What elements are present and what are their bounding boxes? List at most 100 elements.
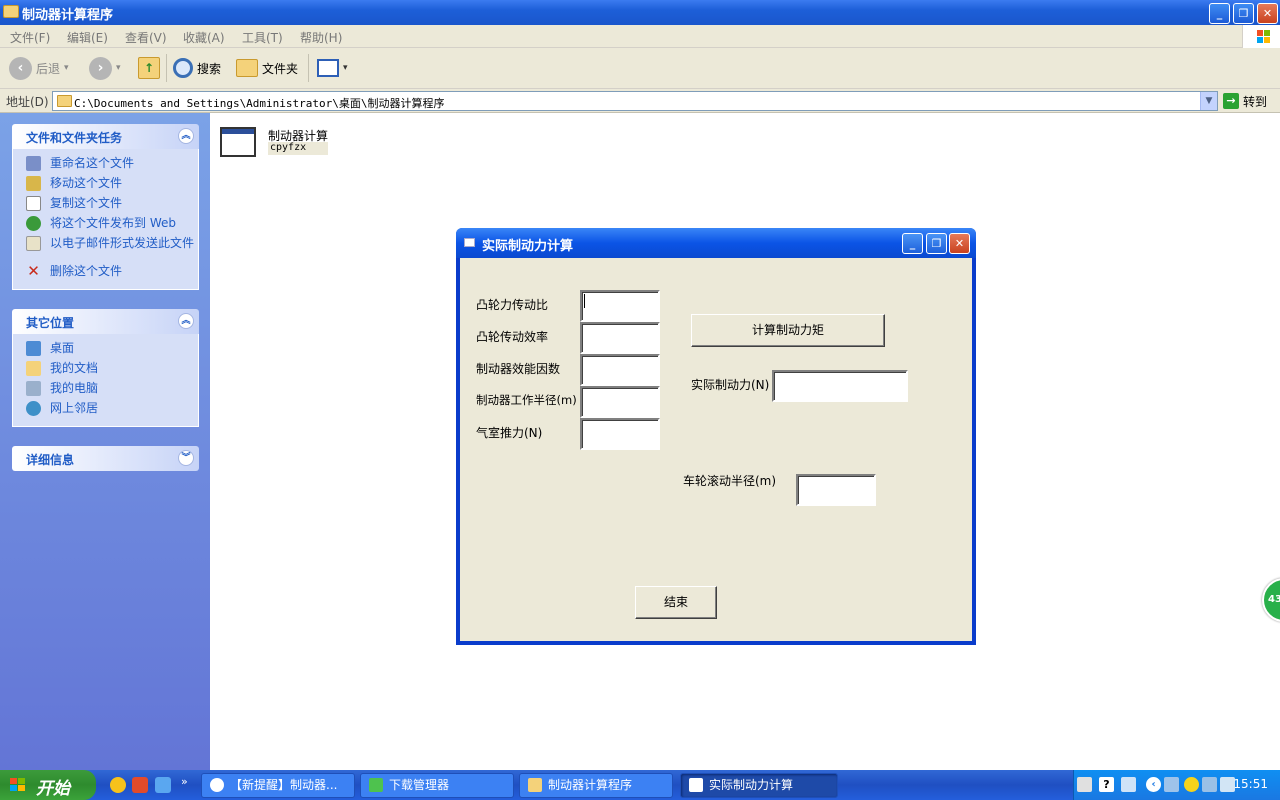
- cam-ratio-input[interactable]: [580, 290, 660, 322]
- taskbar-task-dialog[interactable]: 实际制动力计算: [680, 773, 838, 798]
- close-button[interactable]: ✕: [1257, 3, 1278, 24]
- collapse-chevron-icon[interactable]: ︽: [178, 128, 194, 144]
- my-computer-link[interactable]: 我的电脑: [13, 380, 198, 400]
- brake-radius-input[interactable]: [580, 386, 660, 418]
- address-label: 地址(D): [6, 95, 49, 109]
- copy-file-link[interactable]: 复制这个文件: [13, 195, 198, 215]
- email-file-link[interactable]: 以电子邮件形式发送此文件: [13, 235, 198, 263]
- forward-button[interactable]: › ▾: [89, 56, 121, 80]
- search-button[interactable]: 搜索: [173, 56, 221, 80]
- app-icon: [464, 238, 475, 247]
- address-dropdown-icon[interactable]: ▼: [1200, 92, 1217, 110]
- go-button[interactable]: → 转到: [1223, 91, 1267, 111]
- menu-help[interactable]: 帮助(H): [300, 29, 342, 46]
- task-label: 【新提醒】制动器...: [230, 778, 338, 792]
- wheel-radius-label: 车轮滚动半径(m): [683, 474, 777, 488]
- task-pane: 文件和文件夹任务 ︽ 重命名这个文件 移动这个文件 复制这个文件 将这个文件发布…: [0, 113, 210, 770]
- restore-button[interactable]: ❐: [1233, 3, 1254, 24]
- start-button[interactable]: 开始: [0, 770, 96, 800]
- keyboard-icon[interactable]: [1077, 777, 1092, 792]
- back-arrow-icon: ‹: [9, 56, 32, 80]
- address-path: C:\Documents and Settings\Administrator\…: [74, 97, 445, 110]
- dialog-close-button[interactable]: ✕: [949, 233, 970, 254]
- brake-factor-label: 制动器效能因数: [476, 362, 561, 376]
- end-button[interactable]: 结束: [635, 586, 717, 619]
- taskbar-task-download[interactable]: 下载管理器: [360, 773, 514, 798]
- my-computer-icon: [26, 381, 41, 396]
- other-places-body: 桌面 我的文档 我的电脑 网上邻居: [12, 334, 199, 427]
- toolbar-separator: [166, 54, 167, 82]
- desktop-icon: [26, 341, 41, 356]
- dialog-body: 凸轮力传动比 凸轮传动效率 制动器效能因数 制动器工作半径(m) 气室推力(N)…: [460, 258, 972, 641]
- toolbar: ‹ 后退 ▾ › ▾ ↑ 搜索 文件夹 ▾: [0, 48, 1280, 89]
- toolbar-separator: [308, 54, 309, 82]
- folder-icon: [528, 778, 542, 792]
- network-places-link[interactable]: 网上邻居: [13, 400, 198, 420]
- taskbar-task-reminder[interactable]: 【新提醒】制动器...: [201, 773, 355, 798]
- tray-app-icon[interactable]: [1121, 777, 1136, 792]
- chamber-force-input[interactable]: [580, 418, 660, 450]
- views-button[interactable]: ▾: [317, 56, 348, 80]
- quicklaunch-more-icon[interactable]: »: [181, 775, 188, 788]
- quicklaunch-desktop-icon[interactable]: [155, 777, 171, 793]
- panel-title: 文件和文件夹任务: [26, 131, 123, 145]
- file-tasks-panel: 文件和文件夹任务 ︽ 重命名这个文件 移动这个文件 复制这个文件 将这个文件发布…: [12, 124, 199, 290]
- rename-file-link[interactable]: 重命名这个文件: [13, 155, 198, 175]
- collapse-chevron-icon[interactable]: ︽: [178, 313, 194, 329]
- folder-icon: [3, 5, 19, 18]
- task-label: 移动这个文件: [50, 176, 123, 190]
- network-icon[interactable]: [1164, 777, 1179, 792]
- folders-icon: [236, 59, 258, 77]
- brake-force-dialog: 实际制动力计算 _ ❐ ✕ 凸轮力传动比 凸轮传动效率 制动器效能因数 制动器工…: [456, 228, 976, 645]
- dialog-maximize-button[interactable]: ❐: [926, 233, 947, 254]
- title-bar[interactable]: 制动器计算程序 _ ❐ ✕: [0, 0, 1280, 25]
- details-header[interactable]: 详细信息 ︾: [12, 446, 199, 471]
- menu-edit[interactable]: 编辑(E): [67, 29, 108, 46]
- quicklaunch-app-icon[interactable]: [132, 777, 148, 793]
- address-field[interactable]: C:\Documents and Settings\Administrator\…: [52, 91, 1218, 111]
- menu-favorites[interactable]: 收藏(A): [183, 29, 225, 46]
- my-documents-link[interactable]: 我的文档: [13, 360, 198, 380]
- back-button[interactable]: ‹ 后退 ▾: [9, 56, 69, 80]
- place-label: 我的文档: [50, 361, 99, 375]
- file-tasks-header[interactable]: 文件和文件夹任务 ︽: [12, 124, 199, 149]
- folders-button[interactable]: 文件夹: [236, 56, 298, 80]
- taskbar-task-explorer[interactable]: 制动器计算程序: [519, 773, 673, 798]
- delete-x-icon: ✕: [27, 262, 40, 280]
- desktop-link[interactable]: 桌面: [13, 340, 198, 360]
- clock[interactable]: 15:51: [1233, 777, 1268, 791]
- task-label: 重命名这个文件: [50, 156, 135, 170]
- brake-factor-input[interactable]: [580, 354, 660, 386]
- details-panel: 详细信息 ︾: [12, 446, 199, 471]
- publish-web-link[interactable]: 将这个文件发布到 Web: [13, 215, 198, 235]
- security-icon[interactable]: [1202, 777, 1217, 792]
- wheel-radius-input[interactable]: [796, 474, 876, 506]
- place-label: 网上邻居: [50, 401, 99, 415]
- move-icon: [26, 176, 41, 191]
- move-file-link[interactable]: 移动这个文件: [13, 175, 198, 195]
- download-icon: [369, 778, 383, 792]
- place-label: 桌面: [50, 341, 75, 355]
- tray-collapse-icon[interactable]: ‹: [1146, 777, 1161, 792]
- dialog-minimize-button[interactable]: _: [902, 233, 923, 254]
- menu-view[interactable]: 查看(V): [125, 29, 167, 46]
- expand-chevron-icon[interactable]: ︾: [178, 450, 194, 466]
- menu-file[interactable]: 文件(F): [10, 29, 50, 46]
- help-icon[interactable]: ?: [1099, 777, 1114, 792]
- cam-efficiency-input[interactable]: [580, 322, 660, 354]
- minimize-button[interactable]: _: [1209, 3, 1230, 24]
- dialog-title-bar[interactable]: 实际制动力计算 _ ❐ ✕: [456, 228, 976, 258]
- go-label: 转到: [1243, 94, 1268, 109]
- tray-app-icon[interactable]: [1184, 777, 1199, 792]
- calculate-torque-button[interactable]: 计算制动力矩: [691, 314, 885, 347]
- app-icon: [689, 778, 703, 792]
- menu-tools[interactable]: 工具(T): [242, 29, 283, 46]
- globe-icon: [26, 216, 41, 231]
- up-folder-button[interactable]: ↑: [138, 56, 160, 80]
- quicklaunch-app-icon[interactable]: [110, 777, 126, 793]
- other-places-header[interactable]: 其它位置 ︽: [12, 309, 199, 334]
- actual-force-output[interactable]: [772, 370, 908, 402]
- menu-bar: 文件(F) 编辑(E) 查看(V) 收藏(A) 工具(T) 帮助(H): [0, 25, 1280, 48]
- delete-file-link[interactable]: ✕ 删除这个文件: [13, 263, 198, 283]
- file-tasks-body: 重命名这个文件 移动这个文件 复制这个文件 将这个文件发布到 Web 以电子邮件…: [12, 149, 199, 290]
